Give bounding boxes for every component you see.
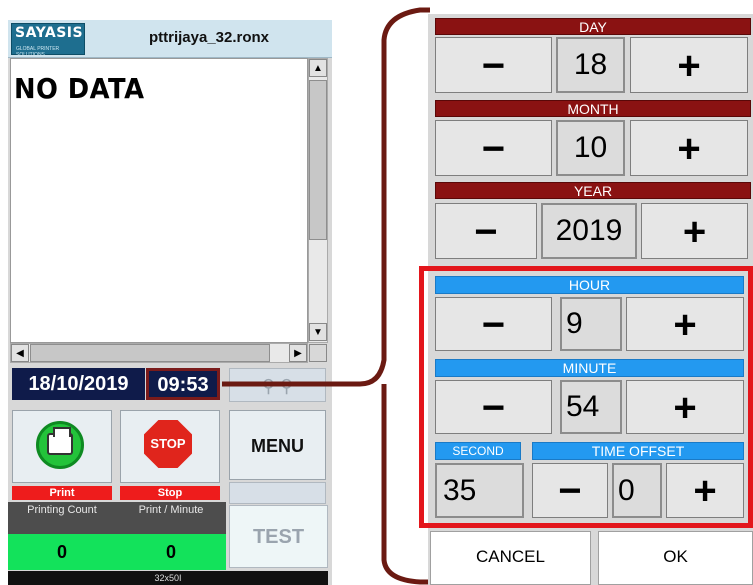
- menu-button[interactable]: MENU: [229, 410, 326, 480]
- hour-plus-button[interactable]: +: [626, 297, 744, 351]
- day-minus-button[interactable]: −: [435, 37, 552, 93]
- minute-minus-button[interactable]: −: [435, 380, 552, 434]
- print-per-minute-value: 0: [116, 534, 226, 570]
- file-name: pttrijaya_32.ronx: [148, 29, 270, 46]
- year-header: YEAR: [435, 182, 751, 199]
- no-data-message: NO DATA: [14, 72, 145, 105]
- logo-tagline: GLOBAL PRINTER SOLUTIONS: [16, 46, 60, 58]
- hour-minus-button[interactable]: −: [435, 297, 552, 351]
- minute-value: 54: [560, 380, 622, 434]
- print-label: Print: [12, 486, 112, 500]
- month-value: 10: [556, 120, 625, 176]
- second-header: SECOND: [435, 442, 521, 460]
- hour-value: 9: [560, 297, 622, 351]
- logo-text: SAYASIS: [15, 25, 84, 41]
- year-minus-button[interactable]: −: [435, 203, 537, 259]
- cancel-button[interactable]: CANCEL: [430, 531, 591, 585]
- stop-label: Stop: [120, 486, 220, 500]
- hour-header: HOUR: [435, 276, 744, 294]
- time-offset-plus-button[interactable]: +: [666, 463, 744, 518]
- ok-button[interactable]: OK: [598, 531, 753, 585]
- current-date[interactable]: 18/10/2019: [12, 368, 145, 400]
- year-value: 2019: [541, 203, 637, 259]
- status-bar: 32x50I: [8, 571, 328, 585]
- menu-divider: [229, 482, 326, 504]
- printing-count-value: 0: [8, 534, 116, 570]
- month-plus-button[interactable]: +: [630, 120, 748, 176]
- time-offset-value: 0: [612, 463, 662, 518]
- scroll-right-icon[interactable]: ▶: [289, 344, 307, 362]
- printer-glyph: [47, 427, 73, 455]
- vertical-scroll-thumb[interactable]: [309, 80, 327, 240]
- day-plus-button[interactable]: +: [630, 37, 748, 93]
- stop-sign-icon: STOP: [144, 420, 192, 468]
- scroll-down-icon[interactable]: ▼: [309, 323, 327, 341]
- printing-count-label: Printing Count: [8, 502, 116, 534]
- horizontal-scroll-thumb[interactable]: [30, 344, 270, 362]
- second-value: 35: [435, 463, 524, 518]
- test-button[interactable]: TEST: [229, 505, 328, 568]
- scroll-up-icon[interactable]: ▲: [309, 59, 327, 77]
- month-header: MONTH: [435, 100, 751, 117]
- scroll-corner: [309, 344, 327, 362]
- scroll-left-icon[interactable]: ◀: [11, 344, 29, 362]
- day-value: 18: [556, 37, 625, 93]
- sayasis-logo: SAYASIS GLOBAL PRINTER SOLUTIONS: [11, 23, 85, 58]
- year-plus-button[interactable]: +: [641, 203, 748, 259]
- time-offset-header: TIME OFFSET: [532, 442, 744, 460]
- print-per-minute-label: Print / Minute: [116, 502, 226, 534]
- minute-plus-button[interactable]: +: [626, 380, 744, 434]
- current-time[interactable]: 09:53: [146, 368, 220, 400]
- month-minus-button[interactable]: −: [435, 120, 552, 176]
- zoom-icon[interactable]: ⚲ ⚲: [229, 368, 326, 402]
- time-offset-minus-button[interactable]: −: [532, 463, 608, 518]
- minute-header: MINUTE: [435, 359, 744, 377]
- day-header: DAY: [435, 18, 751, 35]
